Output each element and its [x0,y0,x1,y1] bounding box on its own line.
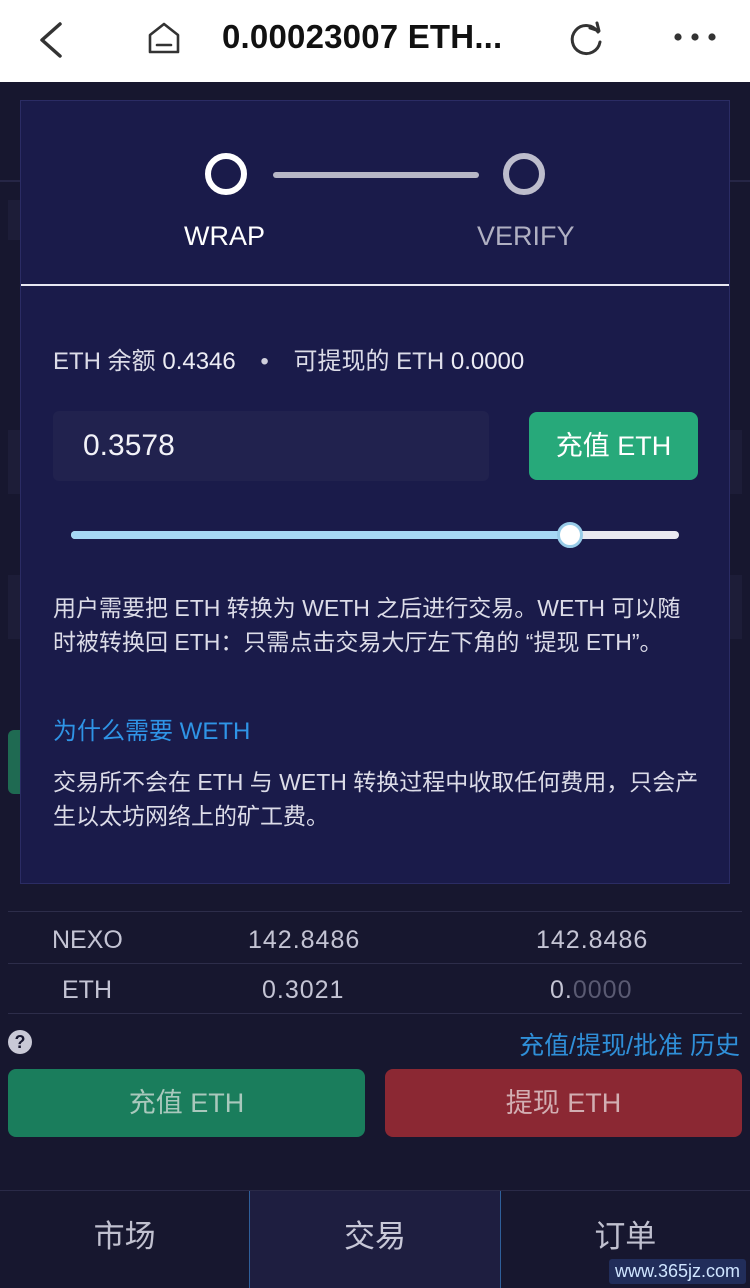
tab-market[interactable]: 市场 [0,1191,249,1288]
background-edge [728,575,742,639]
separator-dot: • [260,348,269,375]
table-row: ETH 0.3021 0.0000 [8,964,742,1014]
back-arrow-icon[interactable] [36,20,66,60]
amount-slider[interactable] [71,521,679,551]
wrap-stepper: WRAP VERIFY [21,101,729,285]
refresh-icon[interactable] [566,20,606,60]
step-connector [273,172,479,178]
step-wrap-circle-icon [205,153,247,195]
slider-fill [71,531,570,539]
balance-table-header [8,880,742,912]
more-options-icon[interactable] [672,22,718,52]
eth-balance-label: ETH 余额 [53,348,156,375]
wrap-description: 用户需要把 ETH 转换为 WETH 之后进行交易。WETH 可以随时被转换回 … [53,595,681,655]
deposit-eth-button[interactable]: 充值 ETH [8,1069,365,1137]
withdrawable-value: 0.0000 [450,348,525,375]
step-verify-circle-icon [503,153,545,195]
balance-cell: 142.8486 [248,926,361,954]
step-wrap-label: WRAP [184,221,265,251]
available-cell: 0.0000 [550,976,633,1004]
slider-handle[interactable] [556,522,583,548]
eth-balance-value: 0.4346 [162,348,236,375]
withdrawable-label: 可提现的 ETH [293,348,445,375]
step-verify-label: VERIFY [477,221,575,251]
why-weth-link[interactable]: 为什么需要 WETH [53,711,250,746]
watermark: www.365jz.com [608,1259,746,1284]
available-cell: 142.8486 [536,926,649,954]
eth-balance-line: ETH 余额 0.4346 • 可提现的 ETH 0.0000 [53,341,524,376]
fee-description: 交易所不会在 ETH 与 WETH 转换过程中收取任何费用，只会产生以太坊网络上… [53,769,699,829]
amount-input[interactable] [53,411,489,481]
balance-cell: 0.3021 [262,976,345,1004]
coin-cell: NEXO [52,926,123,954]
background-edge [728,430,742,494]
coin-cell: ETH [62,976,112,1004]
home-icon[interactable] [146,20,182,56]
deposit-withdraw-history-links[interactable]: 充值/提现/批准 历史 [519,1026,740,1062]
wrap-eth-modal: WRAP VERIFY ETH 余额 0.4346 • 可提现的 ETH 0.0… [20,100,730,884]
table-row: NEXO 142.8486 142.8486 [8,914,742,964]
charge-eth-button[interactable]: 充值 ETH [529,412,698,480]
tab-trade[interactable]: 交易 [249,1191,501,1288]
help-icon[interactable]: ? [8,1030,32,1054]
browser-top-bar: 0.00023007 ETH... [0,0,750,82]
page-title: 0.00023007 ETH... [222,18,503,55]
withdraw-eth-button[interactable]: 提现 ETH [385,1069,742,1137]
modal-divider [21,284,729,286]
